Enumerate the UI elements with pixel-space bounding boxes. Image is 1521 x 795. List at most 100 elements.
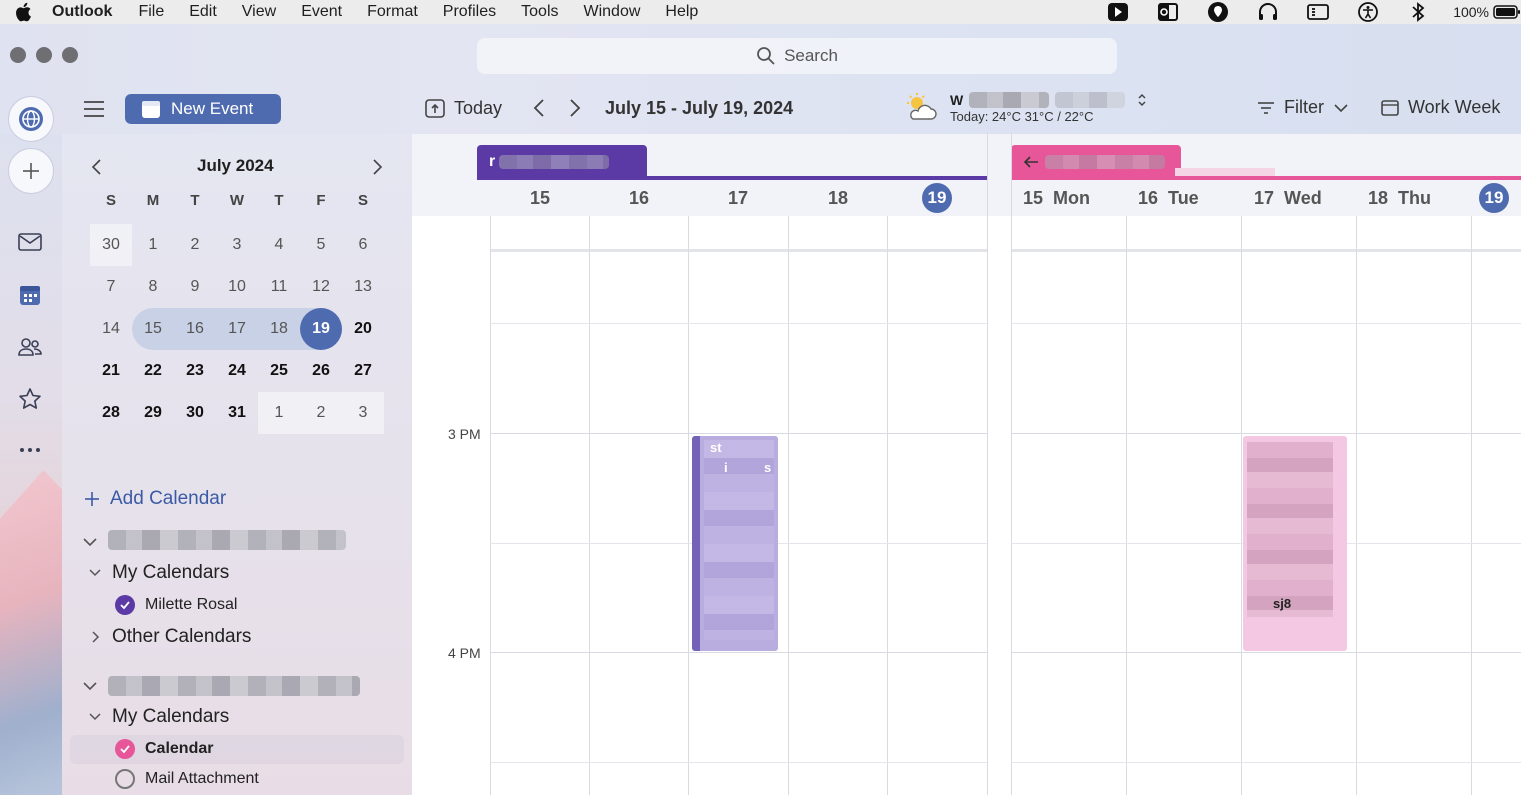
menu-event[interactable]: Event — [301, 3, 342, 21]
mini-day[interactable]: 6 — [342, 224, 384, 266]
day-header-17[interactable]: 17 — [728, 188, 748, 209]
mini-day[interactable]: 13 — [342, 266, 384, 308]
mini-day-today[interactable]: 19 — [300, 308, 342, 350]
account-1-toggle[interactable] — [82, 534, 98, 550]
mini-day[interactable]: 14 — [90, 308, 132, 350]
calendar-tab-pink[interactable] — [1011, 145, 1181, 179]
menu-help[interactable]: Help — [665, 3, 698, 21]
menu-profiles[interactable]: Profiles — [443, 3, 496, 21]
day-header-15[interactable]: 15 — [530, 188, 550, 209]
menu-edit[interactable]: Edit — [189, 3, 217, 21]
mini-day[interactable]: 3 — [216, 224, 258, 266]
accessibility-icon[interactable] — [1343, 1, 1393, 23]
mini-day[interactable]: 8 — [132, 266, 174, 308]
mini-day[interactable]: 31 — [216, 392, 258, 434]
my-calendars-group-2[interactable]: My Calendars — [88, 706, 229, 728]
mini-day[interactable]: 7 — [90, 266, 132, 308]
weather-widget[interactable]: W Today: 24°C 31°C / 22°C — [950, 92, 1147, 124]
mini-day[interactable]: 18 — [258, 308, 300, 350]
mini-day[interactable]: 1 — [132, 224, 174, 266]
menu-app-name[interactable]: Outlook — [52, 3, 112, 21]
mini-day[interactable]: 24 — [216, 350, 258, 392]
control-center-icon[interactable] — [1293, 3, 1343, 21]
mini-day[interactable]: 28 — [90, 392, 132, 434]
mini-day[interactable]: 23 — [174, 350, 216, 392]
mini-day[interactable]: 16 — [174, 308, 216, 350]
menu-window[interactable]: Window — [584, 3, 641, 21]
checkbox-checked-icon[interactable] — [115, 595, 135, 615]
outlook-status-icon[interactable] — [1143, 2, 1193, 22]
mini-day[interactable]: 5 — [300, 224, 342, 266]
mini-day[interactable]: 17 — [216, 308, 258, 350]
checkbox-checked-icon[interactable] — [115, 739, 135, 759]
checkbox-unchecked-icon[interactable] — [115, 769, 135, 789]
hamburger-menu-icon[interactable] — [82, 97, 106, 121]
mini-day[interactable]: 3 — [342, 392, 384, 434]
calendar-tab-purple[interactable]: r — [477, 145, 647, 179]
mini-day[interactable]: 10 — [216, 266, 258, 308]
people-icon[interactable] — [17, 335, 43, 359]
add-account-button[interactable] — [8, 148, 54, 194]
day-header-16[interactable]: 16 — [629, 188, 649, 209]
account-globe-button[interactable] — [8, 96, 54, 142]
menu-file[interactable]: File — [138, 3, 164, 21]
weather-dropdown-icon[interactable] — [1137, 92, 1147, 108]
apple-menu-icon[interactable] — [14, 1, 36, 23]
today-button[interactable]: Today — [424, 97, 502, 119]
day-header-mon[interactable]: 15 Mon — [1023, 188, 1090, 209]
menu-tools[interactable]: Tools — [521, 3, 558, 21]
mini-day[interactable]: 27 — [342, 350, 384, 392]
search-bar[interactable]: Search — [477, 38, 1117, 74]
my-calendars-group-1[interactable]: My Calendars — [88, 562, 229, 584]
mini-day[interactable]: 9 — [174, 266, 216, 308]
mini-prev-month-button[interactable] — [90, 158, 102, 176]
favorites-star-icon[interactable] — [18, 387, 42, 411]
mini-day[interactable]: 20 — [342, 308, 384, 350]
mini-next-month-button[interactable] — [372, 158, 384, 176]
day-header-today[interactable]: 19 — [922, 183, 952, 213]
location-pin-icon[interactable] — [1193, 1, 1243, 23]
other-calendars-group[interactable]: Other Calendars — [88, 626, 251, 648]
play-icon[interactable] — [1093, 2, 1143, 22]
mini-day[interactable]: 30 — [90, 224, 132, 266]
mini-day[interactable]: 21 — [90, 350, 132, 392]
mini-day[interactable]: 22 — [132, 350, 174, 392]
mini-day[interactable]: 12 — [300, 266, 342, 308]
calendar-event-pink[interactable]: sj8 — [1243, 436, 1347, 651]
mini-day[interactable]: 11 — [258, 266, 300, 308]
calendar-item-mail-attachment[interactable]: Mail Attachment — [115, 769, 259, 789]
calendar-item-calendar[interactable]: Calendar — [115, 739, 213, 759]
next-week-button[interactable] — [566, 97, 584, 119]
mini-day[interactable]: 29 — [132, 392, 174, 434]
new-event-button[interactable]: New Event — [125, 94, 281, 124]
mini-day[interactable]: 15 — [132, 308, 174, 350]
menu-format[interactable]: Format — [367, 3, 418, 21]
mini-day[interactable]: 1 — [258, 392, 300, 434]
zoom-window-button[interactable] — [62, 47, 78, 63]
bluetooth-icon[interactable] — [1393, 2, 1443, 22]
headphones-icon[interactable] — [1243, 2, 1293, 22]
mini-day[interactable]: 25 — [258, 350, 300, 392]
account-2-toggle[interactable] — [82, 678, 98, 694]
day-header-wed[interactable]: 17 Wed — [1254, 188, 1322, 209]
mini-day[interactable]: 2 — [300, 392, 342, 434]
mail-icon[interactable] — [17, 232, 43, 252]
day-header-18[interactable]: 18 — [828, 188, 848, 209]
calendar-event-purple[interactable]: st i s — [692, 436, 778, 651]
day-header-today[interactable]: 19 — [1479, 183, 1509, 213]
calendar-item-milette-rosal[interactable]: Milette Rosal — [115, 595, 237, 615]
day-header-thu[interactable]: 18 Thu — [1368, 188, 1431, 209]
previous-week-button[interactable] — [530, 97, 548, 119]
minimize-window-button[interactable] — [36, 47, 52, 63]
day-header-tue[interactable]: 16 Tue — [1138, 188, 1199, 209]
mini-day[interactable]: 4 — [258, 224, 300, 266]
close-window-button[interactable] — [10, 47, 26, 63]
battery-icon[interactable] — [1493, 5, 1521, 19]
view-mode-button[interactable]: Work Week — [1380, 97, 1500, 118]
more-apps-icon[interactable] — [18, 440, 42, 460]
mini-day[interactable]: 26 — [300, 350, 342, 392]
filter-button[interactable]: Filter — [1256, 97, 1350, 118]
mini-day[interactable]: 30 — [174, 392, 216, 434]
calendar-icon[interactable] — [18, 283, 42, 307]
add-calendar-button[interactable]: Add Calendar — [84, 488, 226, 510]
